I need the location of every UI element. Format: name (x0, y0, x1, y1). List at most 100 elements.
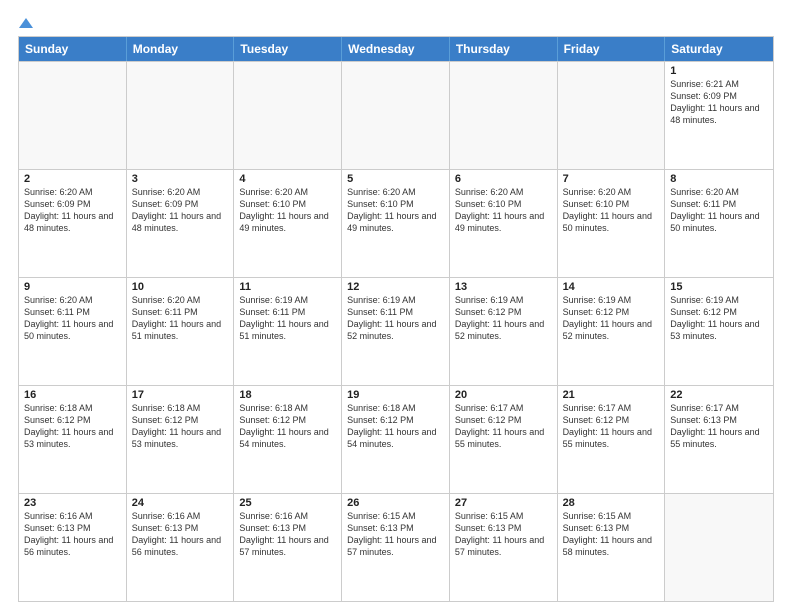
day-20: 20Sunrise: 6:17 AM Sunset: 6:12 PM Dayli… (450, 386, 558, 493)
week-row-2: 2Sunrise: 6:20 AM Sunset: 6:09 PM Daylig… (19, 169, 773, 277)
day-14: 14Sunrise: 6:19 AM Sunset: 6:12 PM Dayli… (558, 278, 666, 385)
day-info: Sunrise: 6:18 AM Sunset: 6:12 PM Dayligh… (239, 402, 336, 451)
day-28: 28Sunrise: 6:15 AM Sunset: 6:13 PM Dayli… (558, 494, 666, 601)
empty-cell-0-5 (558, 62, 666, 169)
day-8: 8Sunrise: 6:20 AM Sunset: 6:11 PM Daylig… (665, 170, 773, 277)
day-info: Sunrise: 6:17 AM Sunset: 6:12 PM Dayligh… (563, 402, 660, 451)
header-day-tuesday: Tuesday (234, 37, 342, 61)
day-number: 21 (563, 389, 660, 401)
day-info: Sunrise: 6:19 AM Sunset: 6:12 PM Dayligh… (563, 294, 660, 343)
calendar-body: 1Sunrise: 6:21 AM Sunset: 6:09 PM Daylig… (19, 61, 773, 601)
day-3: 3Sunrise: 6:20 AM Sunset: 6:09 PM Daylig… (127, 170, 235, 277)
day-number: 26 (347, 497, 444, 509)
empty-cell-0-2 (234, 62, 342, 169)
day-15: 15Sunrise: 6:19 AM Sunset: 6:12 PM Dayli… (665, 278, 773, 385)
day-info: Sunrise: 6:15 AM Sunset: 6:13 PM Dayligh… (563, 510, 660, 559)
day-info: Sunrise: 6:20 AM Sunset: 6:10 PM Dayligh… (347, 186, 444, 235)
day-number: 1 (670, 65, 768, 77)
day-17: 17Sunrise: 6:18 AM Sunset: 6:12 PM Dayli… (127, 386, 235, 493)
day-number: 8 (670, 173, 768, 185)
day-number: 3 (132, 173, 229, 185)
day-info: Sunrise: 6:16 AM Sunset: 6:13 PM Dayligh… (132, 510, 229, 559)
day-number: 17 (132, 389, 229, 401)
week-row-3: 9Sunrise: 6:20 AM Sunset: 6:11 PM Daylig… (19, 277, 773, 385)
day-number: 20 (455, 389, 552, 401)
day-9: 9Sunrise: 6:20 AM Sunset: 6:11 PM Daylig… (19, 278, 127, 385)
day-number: 13 (455, 281, 552, 293)
day-21: 21Sunrise: 6:17 AM Sunset: 6:12 PM Dayli… (558, 386, 666, 493)
day-25: 25Sunrise: 6:16 AM Sunset: 6:13 PM Dayli… (234, 494, 342, 601)
day-info: Sunrise: 6:15 AM Sunset: 6:13 PM Dayligh… (347, 510, 444, 559)
day-info: Sunrise: 6:20 AM Sunset: 6:10 PM Dayligh… (455, 186, 552, 235)
day-2: 2Sunrise: 6:20 AM Sunset: 6:09 PM Daylig… (19, 170, 127, 277)
day-info: Sunrise: 6:15 AM Sunset: 6:13 PM Dayligh… (455, 510, 552, 559)
day-info: Sunrise: 6:17 AM Sunset: 6:12 PM Dayligh… (455, 402, 552, 451)
day-info: Sunrise: 6:19 AM Sunset: 6:12 PM Dayligh… (455, 294, 552, 343)
day-26: 26Sunrise: 6:15 AM Sunset: 6:13 PM Dayli… (342, 494, 450, 601)
day-number: 11 (239, 281, 336, 293)
day-info: Sunrise: 6:19 AM Sunset: 6:11 PM Dayligh… (239, 294, 336, 343)
day-info: Sunrise: 6:20 AM Sunset: 6:09 PM Dayligh… (24, 186, 121, 235)
day-info: Sunrise: 6:16 AM Sunset: 6:13 PM Dayligh… (239, 510, 336, 559)
day-number: 22 (670, 389, 768, 401)
day-number: 9 (24, 281, 121, 293)
day-info: Sunrise: 6:21 AM Sunset: 6:09 PM Dayligh… (670, 78, 768, 127)
day-number: 23 (24, 497, 121, 509)
empty-cell-0-3 (342, 62, 450, 169)
day-22: 22Sunrise: 6:17 AM Sunset: 6:13 PM Dayli… (665, 386, 773, 493)
day-number: 15 (670, 281, 768, 293)
calendar: SundayMondayTuesdayWednesdayThursdayFrid… (18, 36, 774, 602)
header (18, 18, 774, 28)
week-row-1: 1Sunrise: 6:21 AM Sunset: 6:09 PM Daylig… (19, 61, 773, 169)
header-day-friday: Friday (558, 37, 666, 61)
day-info: Sunrise: 6:17 AM Sunset: 6:13 PM Dayligh… (670, 402, 768, 451)
day-info: Sunrise: 6:20 AM Sunset: 6:11 PM Dayligh… (670, 186, 768, 235)
header-day-sunday: Sunday (19, 37, 127, 61)
day-number: 19 (347, 389, 444, 401)
day-number: 16 (24, 389, 121, 401)
day-19: 19Sunrise: 6:18 AM Sunset: 6:12 PM Dayli… (342, 386, 450, 493)
empty-cell-4-6 (665, 494, 773, 601)
day-info: Sunrise: 6:18 AM Sunset: 6:12 PM Dayligh… (347, 402, 444, 451)
logo-triangle-icon (19, 18, 33, 28)
header-day-monday: Monday (127, 37, 235, 61)
day-number: 18 (239, 389, 336, 401)
day-number: 27 (455, 497, 552, 509)
day-18: 18Sunrise: 6:18 AM Sunset: 6:12 PM Dayli… (234, 386, 342, 493)
day-info: Sunrise: 6:19 AM Sunset: 6:11 PM Dayligh… (347, 294, 444, 343)
day-27: 27Sunrise: 6:15 AM Sunset: 6:13 PM Dayli… (450, 494, 558, 601)
day-info: Sunrise: 6:16 AM Sunset: 6:13 PM Dayligh… (24, 510, 121, 559)
day-23: 23Sunrise: 6:16 AM Sunset: 6:13 PM Dayli… (19, 494, 127, 601)
day-1: 1Sunrise: 6:21 AM Sunset: 6:09 PM Daylig… (665, 62, 773, 169)
day-info: Sunrise: 6:18 AM Sunset: 6:12 PM Dayligh… (24, 402, 121, 451)
day-number: 14 (563, 281, 660, 293)
day-number: 25 (239, 497, 336, 509)
day-6: 6Sunrise: 6:20 AM Sunset: 6:10 PM Daylig… (450, 170, 558, 277)
day-number: 24 (132, 497, 229, 509)
day-number: 6 (455, 173, 552, 185)
day-13: 13Sunrise: 6:19 AM Sunset: 6:12 PM Dayli… (450, 278, 558, 385)
day-info: Sunrise: 6:20 AM Sunset: 6:10 PM Dayligh… (239, 186, 336, 235)
day-24: 24Sunrise: 6:16 AM Sunset: 6:13 PM Dayli… (127, 494, 235, 601)
page: SundayMondayTuesdayWednesdayThursdayFrid… (0, 0, 792, 612)
empty-cell-0-1 (127, 62, 235, 169)
week-row-4: 16Sunrise: 6:18 AM Sunset: 6:12 PM Dayli… (19, 385, 773, 493)
empty-cell-0-0 (19, 62, 127, 169)
logo (18, 18, 34, 28)
header-day-wednesday: Wednesday (342, 37, 450, 61)
day-number: 4 (239, 173, 336, 185)
day-info: Sunrise: 6:20 AM Sunset: 6:09 PM Dayligh… (132, 186, 229, 235)
day-16: 16Sunrise: 6:18 AM Sunset: 6:12 PM Dayli… (19, 386, 127, 493)
header-day-thursday: Thursday (450, 37, 558, 61)
logo-area (18, 18, 34, 28)
day-info: Sunrise: 6:20 AM Sunset: 6:11 PM Dayligh… (24, 294, 121, 343)
day-info: Sunrise: 6:19 AM Sunset: 6:12 PM Dayligh… (670, 294, 768, 343)
day-number: 2 (24, 173, 121, 185)
day-11: 11Sunrise: 6:19 AM Sunset: 6:11 PM Dayli… (234, 278, 342, 385)
header-day-saturday: Saturday (665, 37, 773, 61)
day-4: 4Sunrise: 6:20 AM Sunset: 6:10 PM Daylig… (234, 170, 342, 277)
week-row-5: 23Sunrise: 6:16 AM Sunset: 6:13 PM Dayli… (19, 493, 773, 601)
day-number: 28 (563, 497, 660, 509)
day-7: 7Sunrise: 6:20 AM Sunset: 6:10 PM Daylig… (558, 170, 666, 277)
day-5: 5Sunrise: 6:20 AM Sunset: 6:10 PM Daylig… (342, 170, 450, 277)
